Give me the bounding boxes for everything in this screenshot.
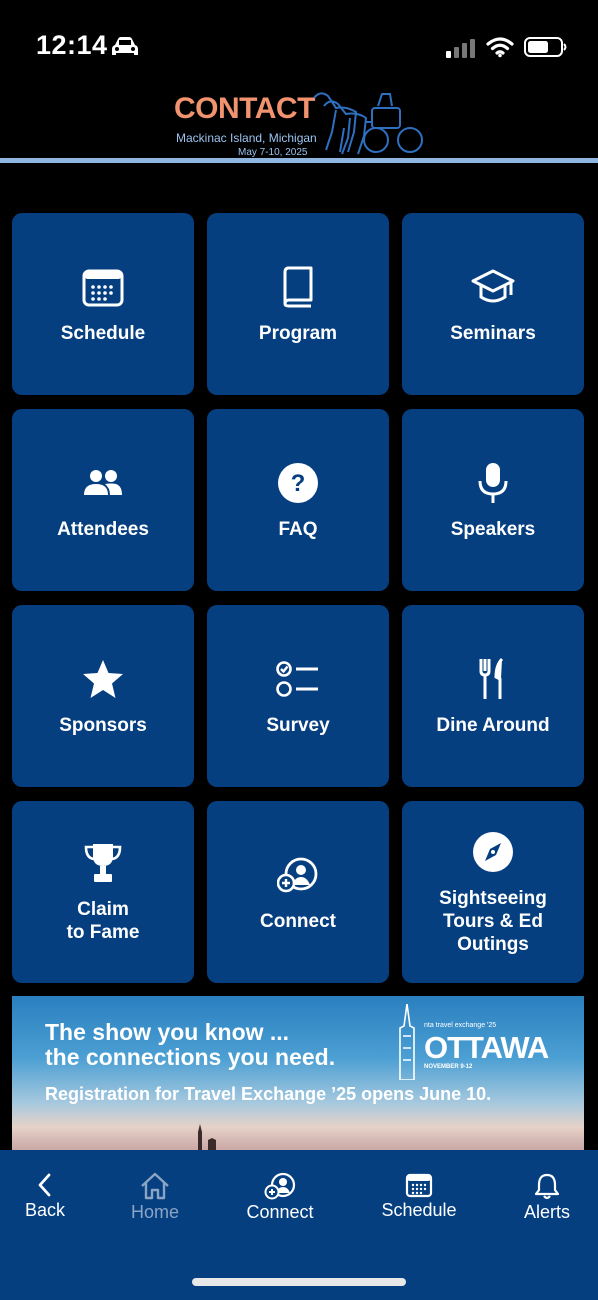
nav-back-label: Back: [24, 1200, 66, 1220]
tile-label: Dine Around: [436, 714, 550, 736]
tile-label: Sightseeing Tours & Ed Outings: [439, 887, 547, 955]
tile-attendees[interactable]: Attendees: [12, 409, 194, 591]
tile-claim-to-fame[interactable]: Claim to Fame: [12, 801, 194, 983]
tile-label: Claim to Fame: [66, 899, 140, 943]
graduation-cap-icon: [471, 269, 515, 302]
fork-knife-icon: [479, 657, 504, 699]
tile-label: Speakers: [450, 518, 536, 540]
travel-exchange-banner[interactable]: The show you know ... the connections yo…: [12, 996, 584, 1150]
tile-label: Seminars: [450, 322, 536, 344]
cell-signal-icon: [446, 39, 475, 58]
calendar-icon: [82, 269, 124, 306]
bell-icon: [534, 1173, 560, 1200]
tower-icon: [399, 1004, 415, 1080]
status-bar: 12:14: [0, 0, 598, 80]
nav-connect-label: Connect: [246, 1202, 314, 1222]
home-indicator[interactable]: [192, 1278, 406, 1286]
wifi-icon: [486, 37, 514, 58]
banner-dates: NOVEMBER 9-12: [424, 1064, 473, 1070]
tile-connect[interactable]: Connect: [207, 801, 389, 983]
banner-headline-2: the connections you need.: [45, 1044, 336, 1070]
tile-label: Survey: [266, 714, 330, 736]
connect-user-icon: [277, 857, 318, 892]
logo-title: CONTACT: [174, 92, 315, 125]
nav-schedule-label: Schedule: [381, 1200, 457, 1220]
tile-faq[interactable]: ? FAQ: [207, 409, 389, 591]
car-icon: [112, 37, 138, 55]
book-icon: [283, 266, 313, 307]
nav-home[interactable]: Home: [100, 1172, 210, 1223]
nav-home-label: Home: [130, 1202, 179, 1222]
nav-connect[interactable]: Connect: [225, 1172, 335, 1223]
tile-speakers[interactable]: Speakers: [402, 409, 584, 591]
calendar-icon: [405, 1173, 433, 1198]
star-icon: [83, 659, 123, 698]
microphone-icon: [478, 462, 508, 503]
checklist-icon: [276, 660, 318, 697]
question-circle-icon: ?: [278, 462, 318, 503]
connect-user-icon: [264, 1172, 296, 1200]
banner-registration: Registration for Travel Exchange ’25 ope…: [45, 1084, 492, 1104]
app-header: CONTACT Mackinac Island, Michigan May 7-…: [0, 80, 598, 160]
tile-sponsors[interactable]: Sponsors: [12, 605, 194, 787]
tile-sightseeing[interactable]: Sightseeing Tours & Ed Outings: [402, 801, 584, 983]
tile-label: Schedule: [60, 322, 146, 344]
tile-seminars[interactable]: Seminars: [402, 213, 584, 395]
tile-schedule[interactable]: Schedule: [12, 213, 194, 395]
home-icon: [141, 1172, 169, 1200]
users-icon: [84, 469, 122, 495]
contact-logo: CONTACT Mackinac Island, Michigan May 7-…: [172, 86, 432, 162]
tile-survey[interactable]: Survey: [207, 605, 389, 787]
chevron-left-icon: [38, 1173, 51, 1197]
nav-alerts[interactable]: Alerts: [492, 1172, 598, 1223]
tile-dine-around[interactable]: Dine Around: [402, 605, 584, 787]
trophy-icon: [84, 844, 122, 882]
banner-brand: nta travel exchange '25: [424, 1022, 497, 1029]
header-divider: [0, 158, 598, 163]
logo-subtitle: Mackinac Island, Michigan: [176, 131, 317, 145]
status-time: 12:14: [36, 30, 108, 60]
tile-label: Attendees: [57, 518, 149, 540]
tile-label: Connect: [260, 910, 336, 932]
tile-label: Sponsors: [59, 714, 147, 736]
compass-icon: [473, 831, 513, 872]
banner-city: OTTAWA: [424, 1030, 549, 1065]
horse-carriage-icon: [313, 92, 423, 155]
tile-label: Program: [258, 322, 338, 344]
logo-dates: May 7-10, 2025: [238, 147, 308, 158]
nav-back[interactable]: Back: [0, 1172, 100, 1221]
banner-headline-1: The show you know ...: [45, 1019, 290, 1045]
battery-icon: [524, 37, 567, 57]
nav-schedule[interactable]: Schedule: [364, 1172, 474, 1221]
svg-text:?: ?: [291, 470, 306, 497]
skyline-silhouette: [198, 1124, 216, 1150]
tile-program[interactable]: Program: [207, 213, 389, 395]
nav-alerts-label: Alerts: [523, 1202, 570, 1222]
tile-label: FAQ: [278, 518, 318, 540]
